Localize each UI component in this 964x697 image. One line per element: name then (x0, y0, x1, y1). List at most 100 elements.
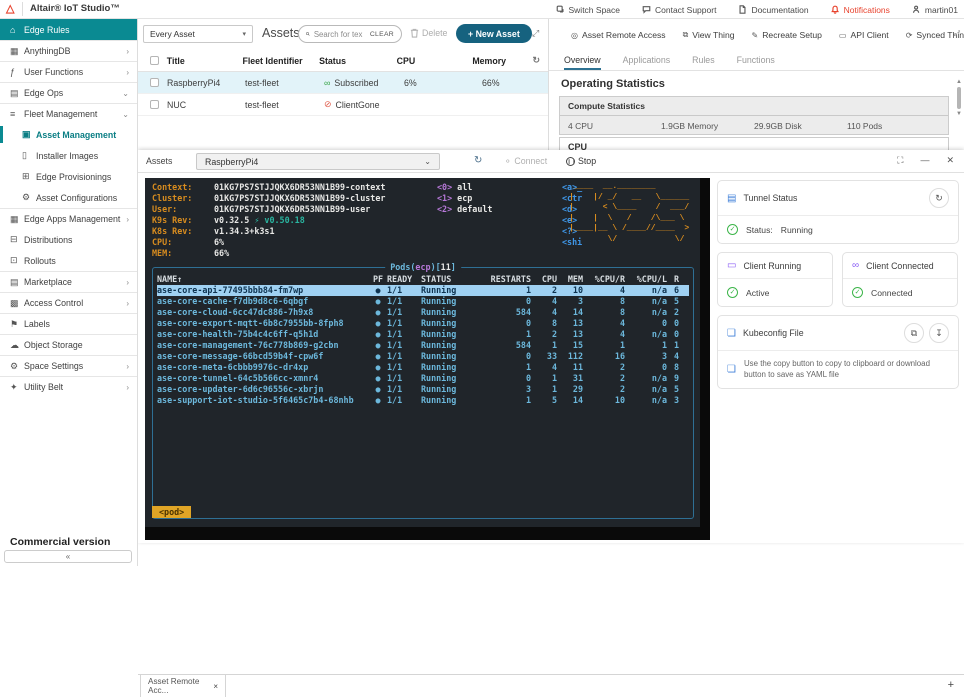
topnav-martin01[interactable]: martin01 (912, 5, 958, 15)
topnav-documentation[interactable]: Documentation (738, 5, 808, 15)
scroll-up-icon[interactable]: ▲ (955, 79, 963, 85)
sidebar-item-anythingdb[interactable]: ▦AnythingDB› (0, 40, 137, 61)
table-row[interactable]: RaspberryPi4test-fleet∞Subscribed6%66% (138, 72, 548, 94)
sidebar-collapse-button[interactable]: « (4, 550, 132, 563)
sidebar-item-asset-configurations[interactable]: ⚙Asset Configurations (0, 187, 137, 208)
sidebar-item-object-storage[interactable]: ☁Object Storage (0, 334, 137, 355)
sidebar-item-label: Marketplace (24, 277, 72, 287)
pod-row[interactable]: ase-core-export-mqtt-6b8c7955bb-8fph8●1/… (157, 318, 689, 329)
new-asset-button[interactable]: + New Asset (456, 24, 532, 43)
tunnel-icon: ▤ (727, 193, 736, 204)
sidebar-item-access-control[interactable]: ▩Access Control› (0, 292, 137, 313)
stop-button[interactable]: ❙❙ Stop (566, 156, 596, 166)
sidebar-item-installer-images[interactable]: ▯Installer Images (0, 145, 137, 166)
sidebar-item-edge-provisionings[interactable]: ⊞Edge Provisionings (0, 166, 137, 187)
sidebar-item-user-functions[interactable]: ƒUser Functions› (0, 61, 137, 82)
minimize-icon[interactable]: — (920, 155, 929, 166)
installer-images-icon: ▯ (22, 150, 36, 161)
asset-filter-select[interactable]: Every Asset ▾ (143, 25, 253, 43)
pod-row[interactable]: ase-core-meta-6cbbb9976c-dr4xp●1/1Runnin… (157, 362, 689, 373)
sidebar-item-marketplace[interactable]: ▤Marketplace› (0, 271, 137, 292)
pod-row[interactable]: ase-support-iot-studio-5f6465c7b4-68nhb●… (157, 395, 689, 406)
sidebar-item-asset-management[interactable]: ▣Asset Management (0, 124, 137, 145)
tunnel-refresh-button[interactable]: ↻ (929, 188, 949, 208)
k9s-info-line: Cluster:01KG7PS7STJJQKX6DR53NN1B99-clust… (152, 193, 437, 204)
tab-functions[interactable]: Functions (737, 50, 775, 70)
pod-row[interactable]: ase-core-cloud-6cc47dc886-7h9x8●1/1Runni… (157, 307, 689, 318)
delete-asset-button[interactable]: Delete (410, 28, 447, 38)
topnav-notifications[interactable]: Notifications (831, 5, 890, 15)
connect-button[interactable]: ⚬ Connect (504, 156, 547, 167)
pod-row[interactable]: ase-core-updater-6d6c96556c-xbrjn●1/1Run… (157, 384, 689, 395)
sidebar-item-utility-belt[interactable]: ✦Utility Belt› (0, 376, 137, 397)
tab-rules[interactable]: Rules (692, 50, 715, 70)
sidebar-item-space-settings[interactable]: ⚙Space Settings› (0, 355, 137, 376)
table-refresh-icon[interactable]: ↻ (532, 55, 540, 66)
sidebar-item-labels[interactable]: ⚑Labels (0, 313, 137, 334)
scroll-down-icon[interactable]: ▼ (955, 111, 963, 117)
close-icon[interactable]: ✕ (946, 155, 954, 166)
pod-name: ase-core-cloud-6cc47dc886-7h9x8 (157, 307, 369, 318)
sidebar-item-fleet-management[interactable]: ≡Fleet Management⌄ (0, 103, 137, 124)
topnav-switch-space[interactable]: Switch Space (556, 5, 621, 15)
download-button[interactable]: ↧ (929, 323, 949, 343)
copy-button[interactable]: ⧉ (904, 323, 924, 343)
sidebar-item-label: Rollouts (24, 256, 56, 266)
toolbar-asset-remote-access[interactable]: ◎Asset Remote Access (571, 30, 666, 40)
pod-cpur: 4 (583, 329, 625, 340)
sidebar-item-edge-ops[interactable]: ▤Edge Ops⌄ (0, 82, 137, 103)
pod-row[interactable]: ase-core-message-66bcd59b4f-cpw6f●1/1Run… (157, 351, 689, 362)
row-checkbox[interactable] (150, 78, 159, 87)
pod-cpur: 4 (583, 318, 625, 329)
search-clear-button[interactable]: CLEAR (370, 31, 394, 38)
tab-applications[interactable]: Applications (623, 50, 670, 70)
pod-r: 3 (667, 395, 679, 406)
scroll-thumb[interactable] (957, 87, 961, 109)
topnav-label: Contact Support (655, 5, 716, 15)
select-all-checkbox[interactable] (150, 56, 159, 65)
chat-icon (642, 5, 651, 14)
kubeconfig-description: Use the copy button to copy to clipboard… (744, 359, 949, 380)
space-settings-icon: ⚙ (10, 361, 24, 372)
detail-expand-icon[interactable]: ⤢ (954, 29, 960, 39)
detail-scrollbar[interactable]: ▲ ▼ (955, 79, 963, 145)
terminal-asset-select[interactable]: RaspberryPi4 ⌄ (196, 153, 440, 170)
toolbar-view-thing[interactable]: ⧉View Thing (683, 30, 735, 40)
fullscreen-icon[interactable]: ⛶ (897, 155, 903, 166)
sidebar-item-distributions[interactable]: ⊟Distributions (0, 229, 137, 250)
add-tab-button[interactable]: + (948, 679, 954, 691)
info-value: 01KG7PS7STJJQKX6DR53NN1B99-user (214, 204, 370, 214)
assets-page-title: Assets (262, 26, 300, 40)
sidebar-item-label: Utility Belt (24, 382, 63, 392)
table-row[interactable]: NUCtest-fleet⊘ClientGone (138, 94, 548, 116)
topnav-contact-support[interactable]: Contact Support (642, 5, 716, 15)
pod-mem: 10 (557, 285, 583, 296)
row-checkbox[interactable] (150, 100, 159, 109)
k9s-terminal[interactable]: Context:01KG7PS7STJJQKX6DR53NN1B99-conte… (145, 178, 700, 527)
close-icon[interactable]: × (213, 682, 218, 691)
pod-row[interactable]: ase-core-health-75b4c4c6ff-q5h1d●1/1Runn… (157, 329, 689, 340)
asset-cpu: 6% (404, 78, 482, 88)
tab-asset-remote-access[interactable]: Asset Remote Acc... × (140, 675, 226, 697)
search-input[interactable] (314, 30, 366, 39)
assets-table: TitleFleet IdentifierStatusCPUMemory↻Ras… (138, 50, 548, 116)
sidebar-item-label: Edge Rules (24, 25, 69, 35)
toolbar-api-client[interactable]: ▭API Client (839, 30, 889, 40)
pod-row[interactable]: ase-core-api-77495bbb84-fm7wp●1/1Running… (157, 285, 689, 296)
terminal-refresh-icon[interactable]: ↻ (474, 155, 482, 166)
pod-ready: 1/1 (387, 318, 421, 329)
pod-row[interactable]: ase-core-cache-f7db9d8c6-6qbgf●1/1Runnin… (157, 296, 689, 307)
pod-status: Running (421, 362, 479, 373)
assets-expand-icon[interactable]: ⤢ (532, 28, 539, 39)
pod-row[interactable]: ase-core-tunnel-64c5b566cc-xmnr4●1/1Runn… (157, 373, 689, 384)
tab-overview[interactable]: Overview (564, 50, 601, 70)
pod-row[interactable]: ase-core-management-76c778b869-g2cbn●1/1… (157, 340, 689, 351)
toolbar-recreate-setup[interactable]: ✎Recreate Setup (752, 30, 822, 40)
sidebar-item-edge-apps-management[interactable]: ▦Edge Apps Management› (0, 208, 137, 229)
terminal-scrollbar[interactable] (700, 178, 710, 540)
pod-status: Running (421, 329, 479, 340)
sidebar-item-rollouts[interactable]: ⊡Rollouts (0, 250, 137, 271)
info-label: CPU: (152, 237, 214, 248)
sidebar-item-edge-rules[interactable]: ⌂Edge Rules (0, 19, 137, 40)
compute-stat: 4 CPU (568, 121, 661, 131)
